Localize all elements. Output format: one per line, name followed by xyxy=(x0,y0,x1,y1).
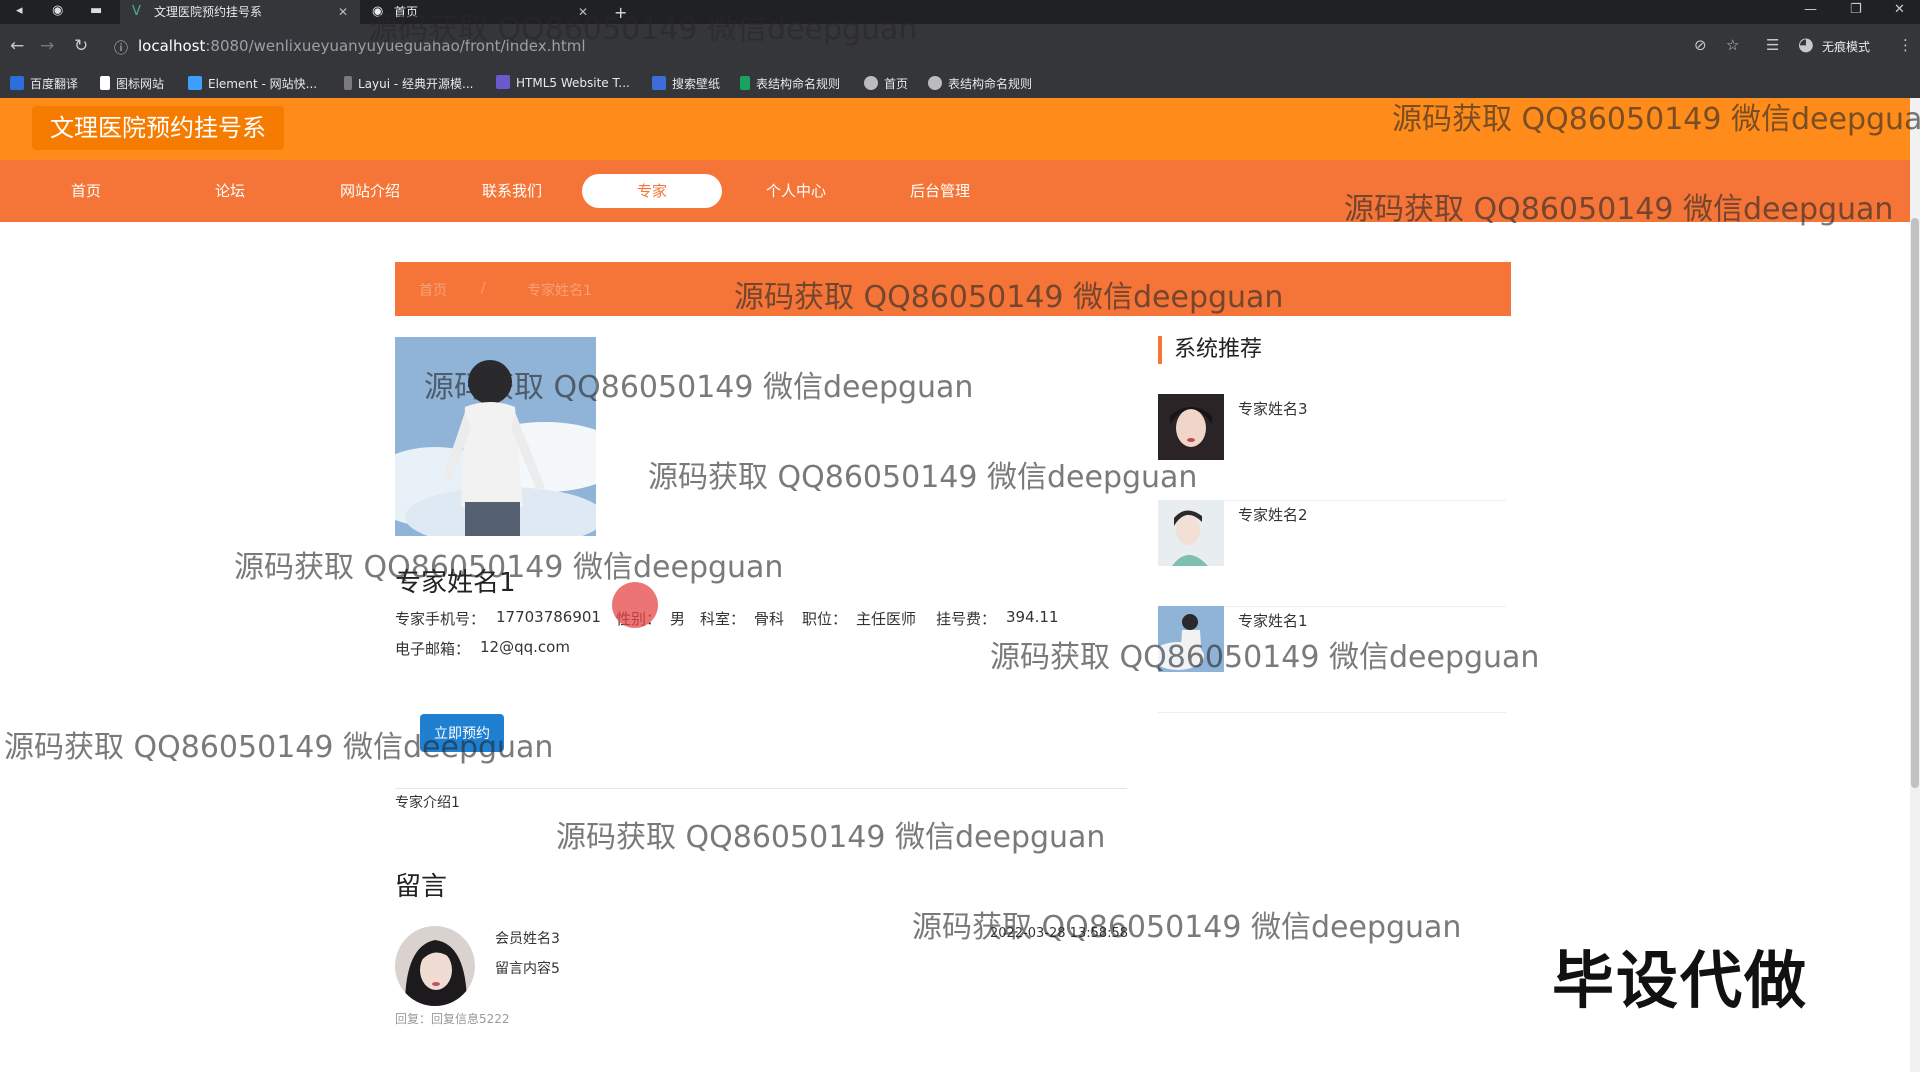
watermark: 源码获取 QQ86050149 微信deepguan xyxy=(990,640,1540,675)
nav-about[interactable]: 网站介绍 xyxy=(300,174,440,208)
minimize-icon[interactable]: — xyxy=(1804,2,1817,17)
avatar xyxy=(395,926,475,1006)
fee-label: 挂号费： xyxy=(936,610,997,628)
email-value: 12@qq.com xyxy=(480,638,570,656)
forward-icon[interactable]: → xyxy=(40,36,54,56)
message-reply: 回复：回复信息5222 xyxy=(395,1010,510,1027)
recommend-name[interactable]: 专家姓名2 xyxy=(1238,504,1308,525)
incognito-label[interactable]: 无痕模式 xyxy=(1822,38,1870,55)
watermark: 源码获取 QQ86050149 微信deepguan xyxy=(734,280,1284,315)
nav-contact[interactable]: 联系我们 xyxy=(442,174,582,208)
vue-icon: V xyxy=(132,4,141,19)
recommend-name[interactable]: 专家姓名3 xyxy=(1238,398,1308,419)
breadcrumb-home[interactable]: 首页 xyxy=(419,280,447,300)
bookmark-item[interactable]: 首页 xyxy=(864,75,908,92)
reading-list-icon[interactable]: ☰ xyxy=(1766,36,1779,54)
watermark: 源码获取 QQ86050149 微信deepguan xyxy=(424,370,974,405)
watermark: 源码获取 QQ86050149 微信deepguan xyxy=(648,460,1198,495)
nav-forum[interactable]: 论坛 xyxy=(160,174,300,208)
watermark: 源码获取 QQ86050149 微信deepguan xyxy=(1344,192,1894,227)
breadcrumb-current: 专家姓名1 xyxy=(527,283,592,299)
watermark: 源码获取 QQ86050149 微信deepguan xyxy=(556,820,1106,855)
recommend-title: 系统推荐 xyxy=(1158,336,1262,364)
address-bar: ← → ↻ ⓘ localhost:8080/wenlixueyuanyuyue… xyxy=(0,24,1920,68)
menu-icon[interactable]: ⋮ xyxy=(1898,36,1913,54)
cursor-highlight xyxy=(612,582,658,628)
globe-icon[interactable]: ◉ xyxy=(52,3,63,18)
watermark: 源码获取 QQ86050149 微信deepguan xyxy=(368,12,918,47)
restore-icon[interactable]: ❐ xyxy=(1850,2,1862,17)
bookmark-item[interactable]: 搜索壁纸 xyxy=(652,75,720,92)
fee-value: 394.11 xyxy=(1006,608,1059,626)
tab-search-icon[interactable]: ▬ xyxy=(90,3,102,18)
bookmark-item[interactable]: 表结构命名规则 xyxy=(928,75,1032,92)
breadcrumb-separator: / xyxy=(481,280,486,296)
incognito-icon[interactable]: ◕ xyxy=(1798,34,1814,55)
phone-value: 17703786901 xyxy=(496,608,601,626)
corner-stamp: 毕设代做 xyxy=(1552,944,1809,1017)
watermark: 源码获取 QQ86050149 微信deepguan xyxy=(1392,102,1920,137)
close-window-icon[interactable]: ✕ xyxy=(1894,2,1905,17)
scroll-thumb[interactable] xyxy=(1911,218,1919,788)
bookmark-item[interactable]: HTML5 Website T... xyxy=(496,75,630,90)
recommend-item[interactable]: 专家姓名3 xyxy=(1158,394,1506,501)
page-scrollbar[interactable] xyxy=(1910,98,1920,1072)
browser-tab-active[interactable]: V 文理医院预约挂号系 ✕ xyxy=(120,0,360,24)
tab-title: 文理医院预约挂号系 xyxy=(154,5,263,19)
watermark: 源码获取 QQ86050149 微信deepguan xyxy=(912,910,1462,945)
bookmark-item[interactable]: Element - 网站快... xyxy=(188,75,317,92)
bookmark-item[interactable]: Layui - 经典开源模... xyxy=(344,75,473,92)
email-label: 电子邮箱： xyxy=(395,640,471,658)
star-icon[interactable]: ☆ xyxy=(1726,36,1739,54)
nav-admin[interactable]: 后台管理 xyxy=(870,174,1010,208)
bookmark-item[interactable]: 表结构命名规则 xyxy=(740,75,840,92)
site-title[interactable]: 文理医院预约挂号系 xyxy=(32,106,284,150)
phone-label: 专家手机号： xyxy=(395,610,486,628)
recommend-thumb[interactable] xyxy=(1158,394,1224,460)
bookmark-item[interactable]: 图标网站 xyxy=(100,75,164,92)
recommend-thumb[interactable] xyxy=(1158,500,1224,566)
position-label: 职位： xyxy=(802,610,848,628)
divider xyxy=(395,788,1127,789)
eye-off-icon[interactable]: ⊘ xyxy=(1694,36,1707,54)
message-author: 会员姓名3 xyxy=(495,931,560,947)
nav-home[interactable]: 首页 xyxy=(16,174,156,208)
watermark: 源码获取 QQ86050149 微信deepguan xyxy=(4,730,554,765)
messages-title: 留言 xyxy=(395,872,448,902)
bookmark-item[interactable]: 百度翻译 xyxy=(10,75,78,92)
reload-icon[interactable]: ↻ xyxy=(74,36,88,56)
reply-text: 回复信息5222 xyxy=(431,1012,510,1026)
gender-value: 男 xyxy=(670,610,686,628)
tab-audio-icon[interactable]: ◂ xyxy=(16,3,23,18)
close-tab-icon[interactable]: ✕ xyxy=(338,0,348,24)
watermark: 源码获取 QQ86050149 微信deepguan xyxy=(234,550,784,585)
recommend-item[interactable]: 专家姓名2 xyxy=(1158,500,1506,607)
expert-intro: 专家介绍1 xyxy=(395,795,460,811)
recommend-name[interactable]: 专家姓名1 xyxy=(1238,610,1308,631)
browser-tab-strip: ◂ ◉ ▬ V 文理医院预约挂号系 ✕ ◉ 首页 ✕ + — ❐ ✕ xyxy=(0,0,1920,24)
nav-experts[interactable]: 专家 xyxy=(582,174,722,208)
url-host: localhost xyxy=(138,37,206,55)
position-value: 主任医师 xyxy=(856,610,917,628)
back-icon[interactable]: ← xyxy=(10,36,24,56)
dept-label: 科室： xyxy=(700,610,746,628)
dept-value: 骨科 xyxy=(754,610,785,628)
info-icon[interactable]: ⓘ xyxy=(114,38,128,58)
message-content: 留言内容5 xyxy=(495,961,560,977)
nav-profile[interactable]: 个人中心 xyxy=(726,174,866,208)
reply-label: 回复： xyxy=(395,1012,432,1026)
